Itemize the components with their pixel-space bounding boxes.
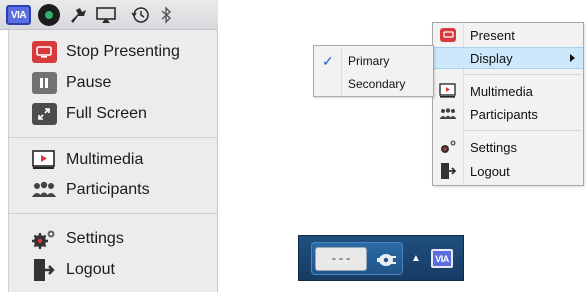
menu-item-settings[interactable]: Settings bbox=[433, 136, 583, 158]
logout-icon bbox=[439, 162, 457, 180]
pause-icon bbox=[31, 71, 57, 95]
tools-icon[interactable] bbox=[68, 5, 88, 25]
submenu-arrow-icon bbox=[570, 54, 575, 62]
menu-item-multimedia[interactable]: Multimedia bbox=[9, 146, 217, 174]
menu-item-pause[interactable]: Pause bbox=[9, 69, 217, 97]
menu-item-label: Settings bbox=[470, 139, 517, 155]
present-icon bbox=[439, 26, 457, 44]
menu-divider bbox=[9, 137, 217, 138]
menu-divider bbox=[464, 130, 581, 131]
fullscreen-icon bbox=[31, 102, 57, 126]
via-app-icon[interactable]: VIA bbox=[6, 5, 31, 25]
battery-text: --- bbox=[315, 247, 367, 271]
green-circle-icon[interactable] bbox=[38, 4, 60, 26]
menu-divider bbox=[9, 213, 217, 214]
submenu-item-label: Secondary bbox=[348, 77, 406, 91]
display-submenu: ✓ Primary Secondary bbox=[313, 45, 434, 97]
checkmark-icon: ✓ bbox=[322, 52, 334, 69]
submenu-item-label: Primary bbox=[348, 54, 390, 68]
menu-item-label: Logout bbox=[470, 163, 510, 179]
menu-item-multimedia[interactable]: Multimedia bbox=[433, 80, 583, 102]
menu-item-display[interactable]: Display bbox=[433, 47, 583, 69]
menu-item-present[interactable]: Present bbox=[433, 24, 583, 46]
menu-item-label: Full Screen bbox=[66, 105, 147, 122]
show-hidden-icons-button[interactable]: ▲ bbox=[411, 253, 421, 264]
menu-item-participants[interactable]: Participants bbox=[9, 176, 217, 204]
menu-item-label: Participants bbox=[470, 106, 538, 122]
settings-icon bbox=[439, 138, 457, 156]
mac-menu-bar: VIA bbox=[0, 0, 218, 30]
menu-item-label: Logout bbox=[66, 261, 115, 278]
via-tray-icon-label: VIA bbox=[435, 253, 449, 264]
menu-item-settings[interactable]: Settings bbox=[9, 225, 217, 253]
menu-item-label: Pause bbox=[66, 74, 112, 91]
menu-item-participants[interactable]: Participants bbox=[433, 103, 583, 125]
present-icon bbox=[31, 40, 57, 64]
menu-divider bbox=[464, 74, 581, 75]
power-plug-icon bbox=[375, 252, 397, 268]
multimedia-icon bbox=[439, 82, 457, 100]
menu-item-label: Stop Presenting bbox=[66, 43, 180, 60]
windows-taskbar: --- ▲ VIA bbox=[298, 235, 464, 281]
menu-item-label: Multimedia bbox=[66, 151, 144, 168]
menu-item-label: Multimedia bbox=[470, 83, 533, 99]
bluetooth-icon[interactable] bbox=[158, 5, 174, 25]
menu-item-stop-presenting[interactable]: Stop Presenting bbox=[9, 38, 217, 66]
submenu-item-secondary[interactable]: Secondary bbox=[314, 73, 433, 95]
windows-context-menu: Present Display Multimedia Participants … bbox=[432, 22, 584, 186]
menu-item-label: Present bbox=[470, 27, 515, 43]
battery-indicator[interactable]: --- bbox=[311, 242, 403, 275]
logout-icon bbox=[31, 258, 57, 282]
participants-icon bbox=[31, 178, 57, 202]
multimedia-icon bbox=[31, 148, 57, 172]
mac-dropdown-menu: Stop Presenting Pause Full Screen Multim… bbox=[8, 30, 218, 292]
menu-item-logout[interactable]: Logout bbox=[433, 160, 583, 182]
settings-icon bbox=[31, 227, 57, 251]
airplay-icon[interactable] bbox=[95, 5, 117, 25]
menu-item-full-screen[interactable]: Full Screen bbox=[9, 100, 217, 128]
via-app-icon-label: VIA bbox=[10, 9, 27, 21]
menu-item-label: Display bbox=[470, 50, 513, 66]
menu-item-label: Settings bbox=[66, 230, 124, 247]
time-machine-icon[interactable] bbox=[130, 5, 150, 25]
menu-item-label: Participants bbox=[66, 181, 150, 198]
via-tray-icon[interactable]: VIA bbox=[431, 249, 453, 268]
participants-icon bbox=[439, 105, 457, 123]
submenu-item-primary[interactable]: ✓ Primary bbox=[314, 50, 433, 72]
menu-item-logout[interactable]: Logout bbox=[9, 256, 217, 284]
